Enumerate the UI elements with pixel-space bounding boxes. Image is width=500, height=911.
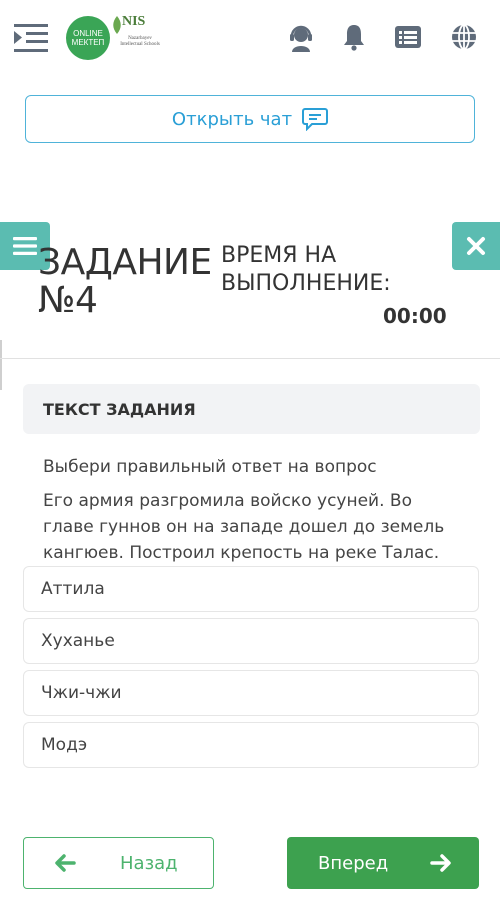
answer-option[interactable]: Чжи-чжи xyxy=(23,670,479,716)
logo-online-line1: ONLINE xyxy=(73,29,103,38)
answer-label: Хуханье xyxy=(41,631,115,651)
task-title: ЗАДАНИЕ №4 xyxy=(38,242,212,321)
answer-option[interactable]: Аттила xyxy=(23,566,479,612)
menu-icon[interactable] xyxy=(14,22,50,54)
back-button[interactable]: Назад xyxy=(23,837,214,889)
bell-icon[interactable] xyxy=(339,22,369,52)
answer-label: Аттила xyxy=(41,579,105,599)
open-chat-label: Открыть чат xyxy=(171,108,293,130)
edge-divider xyxy=(0,340,2,390)
answer-option[interactable]: Модэ xyxy=(23,722,479,768)
question-block: Выбери правильный ответ на вопрос Его ар… xyxy=(43,454,463,574)
nis-subtitle: Nazarbayev Intellectual Schools xyxy=(120,36,160,47)
question-prompt: Выбери правильный ответ на вопрос xyxy=(43,457,377,477)
support-headset-icon[interactable] xyxy=(286,22,316,52)
arrow-left-icon xyxy=(55,854,76,872)
section-header: ТЕКСТ ЗАДАНИЯ xyxy=(23,384,480,434)
back-label: Назад xyxy=(120,852,178,874)
list-icon[interactable] xyxy=(393,22,423,52)
app-header: ONLINE МЕКТЕП NIS Nazarbayev Intellectua… xyxy=(0,0,500,78)
answer-label: Чжи-чжи xyxy=(41,683,122,703)
open-chat-button[interactable]: Открыть чат xyxy=(25,95,475,143)
arrow-right-icon xyxy=(430,854,451,872)
hamburger-icon xyxy=(13,237,37,255)
online-mektep-logo[interactable]: ONLINE МЕКТЕП xyxy=(66,16,110,60)
logo-online-line2: МЕКТЕП xyxy=(71,38,105,47)
nis-logo: NIS Nazarbayev Intellectual Schools xyxy=(112,14,160,60)
next-button[interactable]: Вперед xyxy=(287,837,479,889)
section-title: ТЕКСТ ЗАДАНИЯ xyxy=(43,399,196,419)
answer-label: Модэ xyxy=(41,735,88,755)
time-value: 00:00 xyxy=(383,304,447,328)
divider xyxy=(0,358,500,359)
answer-list: Аттила Хуханье Чжи-чжи Модэ xyxy=(23,566,479,774)
next-label: Вперед xyxy=(318,852,389,874)
answer-option[interactable]: Хуханье xyxy=(23,618,479,664)
globe-icon[interactable] xyxy=(449,22,479,52)
leaf-icon xyxy=(113,16,121,34)
question-text: Его армия разгромила войско усуней. Во г… xyxy=(43,491,445,563)
chat-icon xyxy=(302,108,329,131)
time-label: ВРЕМЯ НА ВЫПОЛНЕНИЕ: xyxy=(221,243,391,296)
close-button[interactable] xyxy=(452,222,500,270)
nis-mark: NIS xyxy=(122,14,146,29)
close-icon xyxy=(467,237,485,255)
